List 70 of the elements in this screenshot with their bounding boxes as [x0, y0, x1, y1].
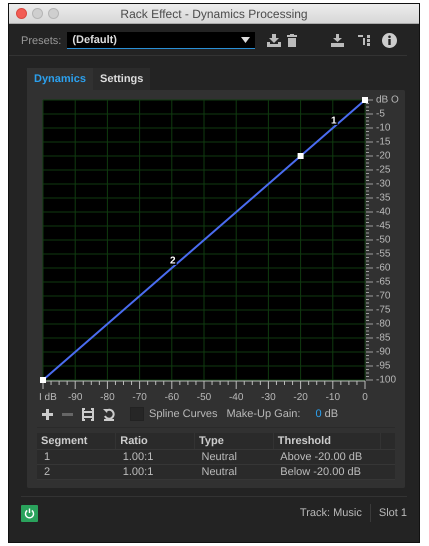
track-label: Track: Music: [300, 507, 362, 519]
axis-label: -30: [261, 392, 276, 402]
axis-label: -60: [376, 262, 390, 274]
window-title: Rack Effect - Dynamics Processing: [120, 6, 308, 20]
tab[interactable]: Dynamics: [27, 68, 93, 90]
gain-unit: dB: [324, 408, 338, 420]
axis-label: -90: [68, 392, 82, 402]
presets-dropdown[interactable]: (Default): [67, 32, 256, 49]
axis-label: -85: [376, 332, 390, 344]
routing-icon[interactable]: [358, 34, 370, 47]
axis-label: -100: [376, 374, 396, 386]
axis-label: -90: [376, 346, 390, 358]
table-cell: Above -20.00 dB: [273, 450, 381, 464]
insert-icon[interactable]: [331, 34, 344, 47]
axis-label: dB O: [376, 94, 399, 106]
power-button[interactable]: [21, 504, 38, 522]
table-cell: 1.00:1: [116, 464, 194, 480]
axis-label: -10: [376, 122, 390, 134]
axis-label: -5: [376, 108, 385, 120]
slot-label: Slot 1: [378, 507, 407, 519]
axis-label: -50: [196, 392, 212, 402]
axis-label: -50: [376, 234, 390, 246]
axis-label: 0: [362, 392, 368, 402]
axis-label: -60: [164, 392, 180, 402]
axis-label: -35: [376, 192, 390, 204]
info-icon[interactable]: [382, 33, 397, 48]
table-cell: 1: [37, 450, 116, 464]
reset-icon[interactable]: [103, 408, 115, 420]
axis-label: -75: [376, 304, 390, 316]
axis-label: -20: [293, 392, 308, 402]
axis-label: -65: [376, 276, 390, 288]
table-cell: Neutral: [194, 464, 274, 480]
axis-label: -30: [376, 178, 390, 190]
axis-label: -95: [376, 360, 390, 372]
axis-label: -40: [228, 392, 244, 402]
segment-label: 2: [170, 256, 176, 266]
column-header: Type: [194, 433, 274, 450]
segment-label: 1: [331, 116, 337, 126]
axis-label: -70: [376, 290, 390, 302]
presets-label: Presets:: [21, 34, 62, 46]
window-control-icon[interactable]: [16, 8, 27, 19]
axis-label: -45: [376, 220, 390, 232]
tab[interactable]: Settings: [92, 68, 150, 90]
table-cell: 2: [37, 464, 116, 480]
axis-label: -55: [376, 248, 390, 260]
axis-label: -40: [376, 206, 390, 218]
control-point[interactable]: [298, 153, 304, 159]
fit-icon[interactable]: [82, 408, 94, 420]
gain-label: Make-Up Gain:: [226, 408, 300, 420]
save-icon[interactable]: [267, 34, 282, 47]
axis-label: -20: [376, 150, 390, 162]
spline-label: Spline Curves: [149, 408, 218, 420]
axis-label: -10: [326, 392, 340, 402]
axis-label: -80: [376, 318, 390, 330]
column-header: Threshold: [273, 433, 381, 450]
power-icon: [24, 508, 35, 518]
add-icon[interactable]: [42, 408, 53, 420]
axis-label: I dB: [39, 392, 57, 402]
trash-icon[interactable]: [287, 34, 298, 47]
axis-label: -70: [132, 392, 147, 402]
axis-label: -25: [376, 164, 390, 176]
table-cell: Below -20.00 dB: [273, 464, 381, 480]
column-header: Segment: [37, 433, 116, 450]
table-cell: 1.00:1: [116, 450, 194, 464]
axis-label: -15: [376, 136, 390, 148]
caret-icon: [241, 37, 250, 43]
axis-label: -80: [100, 392, 115, 402]
table-cell: Neutral: [194, 450, 274, 464]
column-header: Ratio: [116, 433, 194, 450]
gain-value[interactable]: 0: [315, 408, 322, 420]
